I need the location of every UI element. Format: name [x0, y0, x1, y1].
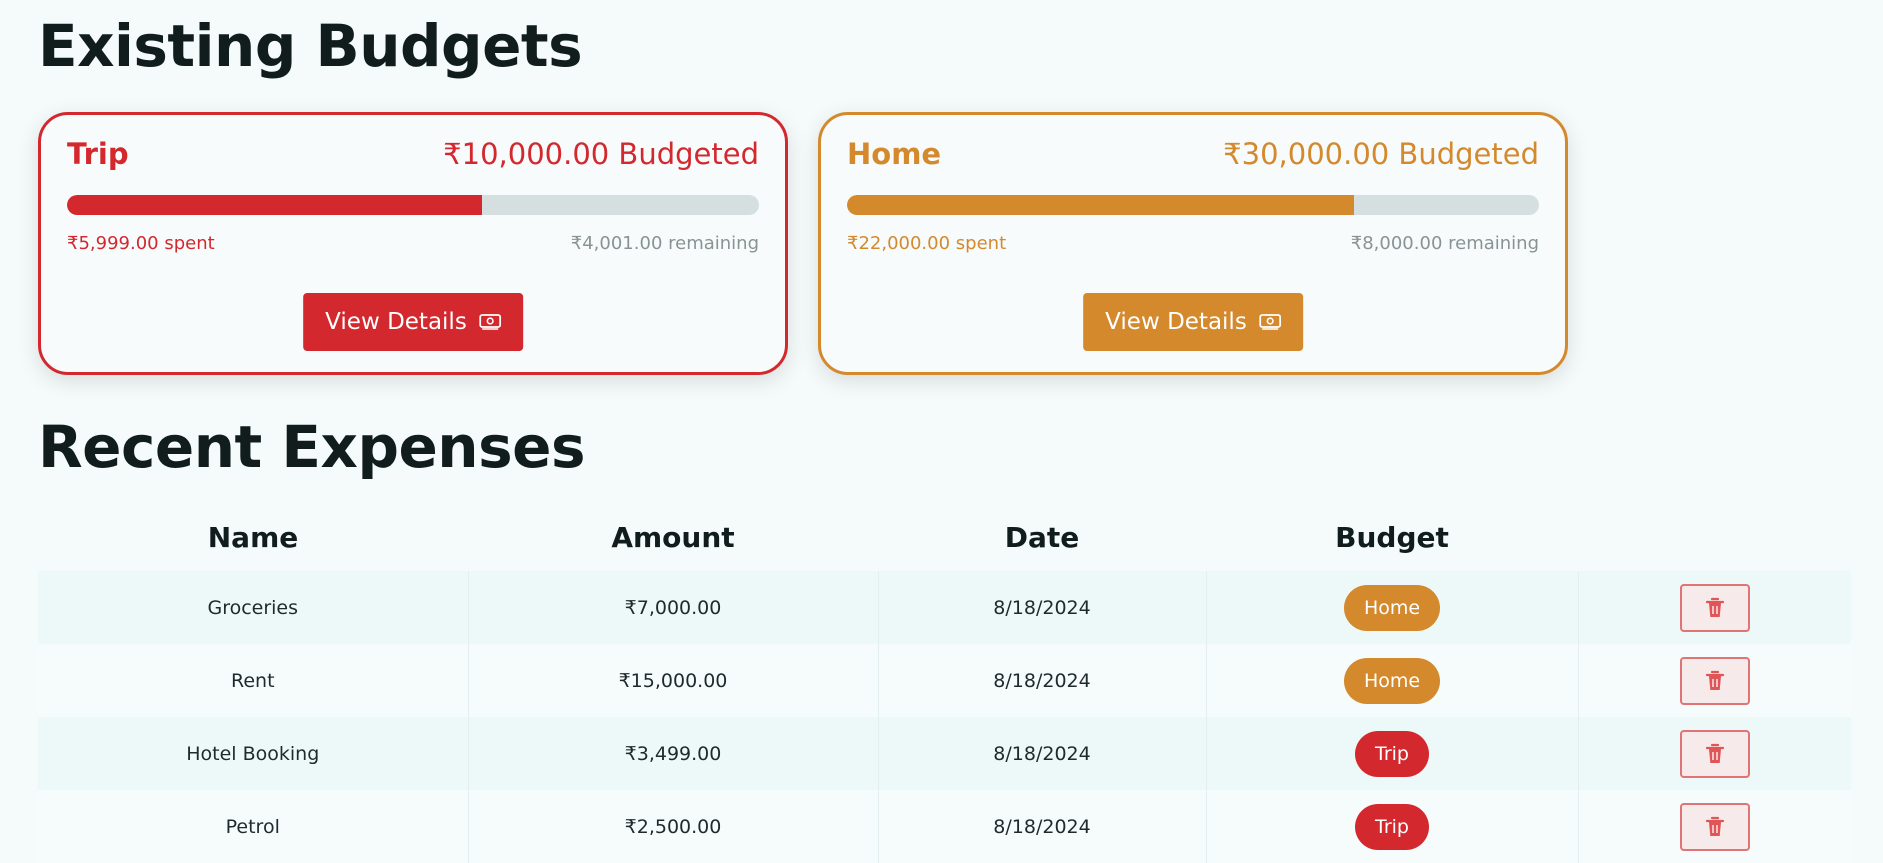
table-row: Rent ₹15,000.00 8/18/2024 Home [38, 644, 1851, 717]
cash-icon [478, 314, 501, 330]
cash-icon [1258, 314, 1281, 330]
delete-expense-button[interactable] [1679, 656, 1750, 705]
column-header-date: Date [1004, 520, 1080, 554]
expense-amount: ₹7,000.00 [468, 571, 879, 644]
table-row: Petrol ₹2,500.00 8/18/2024 Trip [38, 790, 1851, 863]
view-details-button[interactable]: View Details [303, 293, 523, 351]
expense-budget-cell: Trip [1206, 717, 1579, 790]
expenses-table: Name Amount Date Budget Groceries ₹7,000… [38, 503, 1851, 863]
expense-date: 8/18/2024 [878, 644, 1207, 717]
budget-spent: ₹5,999.00 spent [67, 233, 215, 254]
trash-icon [1705, 816, 1724, 836]
budget-remaining: ₹4,001.00 remaining [570, 233, 759, 254]
trash-icon [1705, 597, 1724, 617]
expense-amount: ₹3,499.00 [468, 717, 879, 790]
expense-date: 8/18/2024 [878, 717, 1207, 790]
delete-expense-button[interactable] [1679, 583, 1750, 632]
budget-amount: ₹10,000.00 Budgeted [443, 137, 759, 171]
expense-actions-cell [1578, 790, 1851, 863]
budget-card-footer: ₹22,000.00 spent ₹8,000.00 remaining [847, 233, 1539, 254]
budget-progress-bar [847, 195, 1539, 215]
budget-cards: Trip ₹10,000.00 Budgeted ₹5,999.00 spent… [38, 112, 1845, 375]
dashboard-page: Existing Budgets Trip ₹10,000.00 Budgete… [0, 0, 1883, 863]
budget-card-trip: Trip ₹10,000.00 Budgeted ₹5,999.00 spent… [38, 112, 788, 375]
expense-name: Petrol [38, 790, 469, 863]
expense-name: Hotel Booking [38, 717, 469, 790]
expense-amount: ₹15,000.00 [468, 644, 879, 717]
trash-icon [1705, 670, 1724, 690]
recent-expenses-heading: Recent Expenses [38, 413, 585, 481]
view-details-label: View Details [325, 309, 467, 335]
expense-amount: ₹2,500.00 [468, 790, 879, 863]
budget-progress-fill [67, 195, 483, 215]
expense-actions-cell [1578, 644, 1851, 717]
view-details-button[interactable]: View Details [1083, 293, 1303, 351]
table-row: Hotel Booking ₹3,499.00 8/18/2024 Trip [38, 717, 1851, 790]
expense-budget-cell: Trip [1206, 790, 1579, 863]
existing-budgets-heading: Existing Budgets [38, 12, 583, 80]
delete-expense-button[interactable] [1679, 802, 1750, 851]
expense-actions-cell [1578, 717, 1851, 790]
expense-budget-cell: Home [1206, 644, 1579, 717]
expense-name: Rent [38, 644, 469, 717]
budget-spent: ₹22,000.00 spent [847, 233, 1007, 254]
column-header-name: Name [207, 520, 299, 554]
budget-card-home: Home ₹30,000.00 Budgeted ₹22,000.00 spen… [818, 112, 1568, 375]
column-header-actions [1578, 503, 1851, 571]
budget-pill[interactable]: Trip [1355, 803, 1429, 850]
budget-name: Trip [67, 137, 129, 171]
expense-name: Groceries [38, 571, 469, 644]
table-header-row: Name Amount Date Budget [38, 503, 1851, 571]
budget-pill[interactable]: Trip [1355, 730, 1429, 777]
trash-icon [1705, 743, 1724, 763]
budget-card-header: Home ₹30,000.00 Budgeted [847, 137, 1539, 171]
budget-card-footer: ₹5,999.00 spent ₹4,001.00 remaining [67, 233, 759, 254]
budget-progress-bar [67, 195, 759, 215]
expense-date: 8/18/2024 [878, 571, 1207, 644]
column-header-amount: Amount [611, 520, 735, 554]
budget-card-header: Trip ₹10,000.00 Budgeted [67, 137, 759, 171]
expense-date: 8/18/2024 [878, 790, 1207, 863]
delete-expense-button[interactable] [1679, 729, 1750, 778]
budget-name: Home [847, 137, 942, 171]
budget-remaining: ₹8,000.00 remaining [1350, 233, 1539, 254]
view-details-label: View Details [1105, 309, 1247, 335]
expense-budget-cell: Home [1206, 571, 1579, 644]
budget-amount: ₹30,000.00 Budgeted [1223, 137, 1539, 171]
budget-progress-fill [847, 195, 1355, 215]
expense-actions-cell [1578, 571, 1851, 644]
budget-pill[interactable]: Home [1343, 657, 1441, 704]
column-header-budget: Budget [1335, 520, 1449, 554]
table-row: Groceries ₹7,000.00 8/18/2024 Home [38, 571, 1851, 644]
budget-pill[interactable]: Home [1343, 584, 1441, 631]
